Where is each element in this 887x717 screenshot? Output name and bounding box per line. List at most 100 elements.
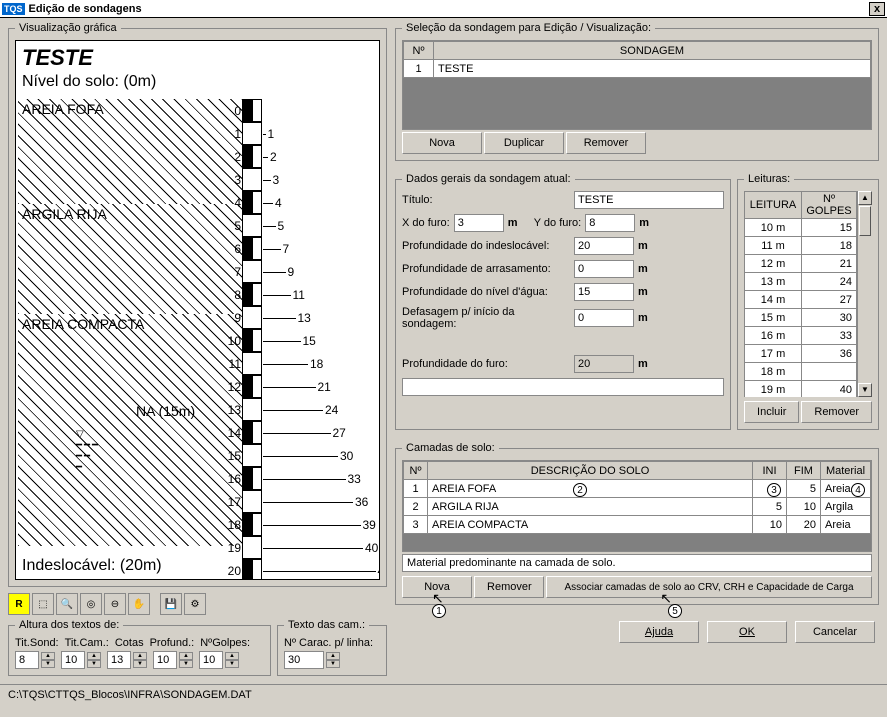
titsond-input[interactable] <box>15 651 39 669</box>
titcam-input[interactable] <box>61 651 85 669</box>
leit-remover-button[interactable]: Remover <box>801 401 872 423</box>
tool-r-button[interactable]: R <box>8 593 30 615</box>
viz-toolbar: R ⬚ 🔍 ◎ ⊖ ✋ 💾 ⚙ <box>8 593 387 615</box>
table-row[interactable]: 13 m24 <box>745 273 857 291</box>
titcam-lbl: Tit.Cam.: <box>65 637 109 649</box>
cam-nova-button[interactable]: Nova <box>402 576 472 598</box>
indesl-input[interactable] <box>574 237 634 255</box>
table-row[interactable]: 14 m27 <box>745 291 857 309</box>
altura-legend: Altura dos textos de: <box>15 619 123 631</box>
soil-label: AREIA COMPACTA <box>22 316 144 332</box>
table-row[interactable]: 1TESTE <box>404 60 871 78</box>
texto-cam-lbl: Nº Carac. p/ linha: <box>284 637 380 649</box>
statusbar: C:\TQS\CTTQS_Blocos\INFRA\SONDAGEM.DAT <box>0 684 887 705</box>
save-icon-button[interactable]: 💾 <box>160 593 182 615</box>
ajuda-button[interactable]: Ajuda <box>619 621 699 643</box>
titulo-input[interactable] <box>574 191 724 209</box>
profund-input[interactable] <box>153 651 177 669</box>
spt-depth-label: 12 <box>219 376 241 399</box>
cam-col-d: DESCRIÇÃO DO SOLO <box>428 462 753 480</box>
table-row[interactable]: 2ARGILA RIJA510Argila <box>404 498 871 516</box>
selecao-fieldset: Seleção da sondagem para Edição / Visual… <box>395 22 879 161</box>
viz-canvas: TESTE Nível do solo: (0m) AREIA FOFAARGI… <box>15 40 380 580</box>
na-input[interactable] <box>574 283 634 301</box>
table-row[interactable]: 18 m <box>745 363 857 381</box>
camadas-legend: Camadas de solo: <box>402 442 499 454</box>
settings-icon-button[interactable]: ⚙ <box>184 593 206 615</box>
scroll-up-icon[interactable]: ▲ <box>858 191 872 205</box>
annotation-4: 4 <box>851 483 865 497</box>
y-input[interactable] <box>585 214 635 232</box>
cam-associar-button[interactable]: Associar camadas de solo ao CRV, CRH e C… <box>546 576 872 598</box>
cotas-input[interactable] <box>107 651 131 669</box>
soil-layer <box>18 314 242 546</box>
cotas-spin[interactable]: ▲▼ <box>133 652 147 668</box>
arras-input[interactable] <box>574 260 634 278</box>
spt-depth-label: 16 <box>219 468 241 491</box>
spt-depth-label: 2 <box>219 146 241 169</box>
ok-button[interactable]: OK <box>707 621 787 643</box>
spt-value-label: 3 <box>273 173 280 187</box>
spt-value-label: 1 <box>268 127 275 141</box>
profund-spin[interactable]: ▲▼ <box>179 652 193 668</box>
leituras-table[interactable]: LEITURANº GOLPES 10 m1511 m1812 m2113 m2… <box>744 191 857 397</box>
table-row[interactable]: 17 m36 <box>745 345 857 363</box>
viz-subtitle: Nível do solo: (0m) <box>22 73 156 91</box>
table-row[interactable]: 11 m18 <box>745 237 857 255</box>
dados-extra-input[interactable] <box>402 378 724 396</box>
leituras-scrollbar[interactable]: ▲ ▼ <box>857 191 872 397</box>
table-row[interactable]: 3AREIA COMPACTA1020Areia <box>404 516 871 534</box>
table-row[interactable]: 12 m21 <box>745 255 857 273</box>
titcam-spin[interactable]: ▲▼ <box>87 652 101 668</box>
scroll-thumb[interactable] <box>859 206 871 236</box>
spt-cell: 1530 <box>242 444 262 467</box>
spt-value-label: 11 <box>293 288 305 302</box>
sel-remover-button[interactable]: Remover <box>566 132 646 154</box>
defas-lbl: Defasagem p/ início da sondagem: <box>402 306 570 330</box>
cotas-lbl: Cotas <box>115 637 144 649</box>
zoom-window-button[interactable]: ⬚ <box>32 593 54 615</box>
texto-cam-spin[interactable]: ▲▼ <box>326 652 340 668</box>
golpes-spin[interactable]: ▲▼ <box>225 652 239 668</box>
profund-lbl: Profund.: <box>150 637 195 649</box>
sel-nova-button[interactable]: Nova <box>402 132 482 154</box>
sel-duplicar-button[interactable]: Duplicar <box>484 132 564 154</box>
defas-input[interactable] <box>574 309 634 327</box>
zoom-in-button[interactable]: 🔍 <box>56 593 78 615</box>
pan-button[interactable]: ✋ <box>128 593 150 615</box>
spt-value-label: 2 <box>270 150 277 164</box>
viz-bottom-label: Indeslocável: (20m) <box>22 557 162 575</box>
spt-value-label: 45 <box>378 564 381 578</box>
zoom-out-button[interactable]: ⊖ <box>104 593 126 615</box>
texto-cam-input[interactable] <box>284 651 324 669</box>
spt-value-label: 15 <box>303 334 316 348</box>
furo-input <box>574 355 634 373</box>
scroll-down-icon[interactable]: ▼ <box>858 383 872 397</box>
zoom-extents-button[interactable]: ◎ <box>80 593 102 615</box>
spt-cell: 913 <box>242 306 262 329</box>
table-row[interactable]: 1AREIA FOFA5Areia <box>404 480 871 498</box>
dados-fieldset: Dados gerais da sondagem atual: Título: … <box>395 173 731 430</box>
table-row[interactable]: 19 m40 <box>745 381 857 398</box>
selecao-table[interactable]: NºSONDAGEM 1TESTE <box>403 41 871 78</box>
x-input[interactable] <box>454 214 504 232</box>
cam-remover-button[interactable]: Remover <box>474 576 544 598</box>
camadas-table[interactable]: Nº DESCRIÇÃO DO SOLO INI FIM Material 1A… <box>403 461 871 534</box>
leituras-fieldset: Leituras: LEITURANº GOLPES 10 m1511 m181… <box>737 173 879 430</box>
spt-cell: 1118 <box>242 352 262 375</box>
spt-cell: 44 <box>242 191 262 214</box>
sel-col-name: SONDAGEM <box>434 42 871 60</box>
close-button[interactable]: x <box>869 2 885 16</box>
cancelar-button[interactable]: Cancelar <box>795 621 875 643</box>
titsond-spin[interactable]: ▲▼ <box>41 652 55 668</box>
table-row[interactable]: 10 m15 <box>745 219 857 237</box>
golpes-input[interactable] <box>199 651 223 669</box>
table-row[interactable]: 15 m30 <box>745 309 857 327</box>
spt-depth-label: 7 <box>219 261 241 284</box>
spt-cell: 1221 <box>242 375 262 398</box>
table-row[interactable]: 16 m33 <box>745 327 857 345</box>
leit-incluir-button[interactable]: Incluir <box>744 401 799 423</box>
soil-label: ARGILA RIJA <box>22 206 107 222</box>
soil-label: AREIA FOFA <box>22 101 104 117</box>
annotation-1: 1 <box>432 604 446 618</box>
